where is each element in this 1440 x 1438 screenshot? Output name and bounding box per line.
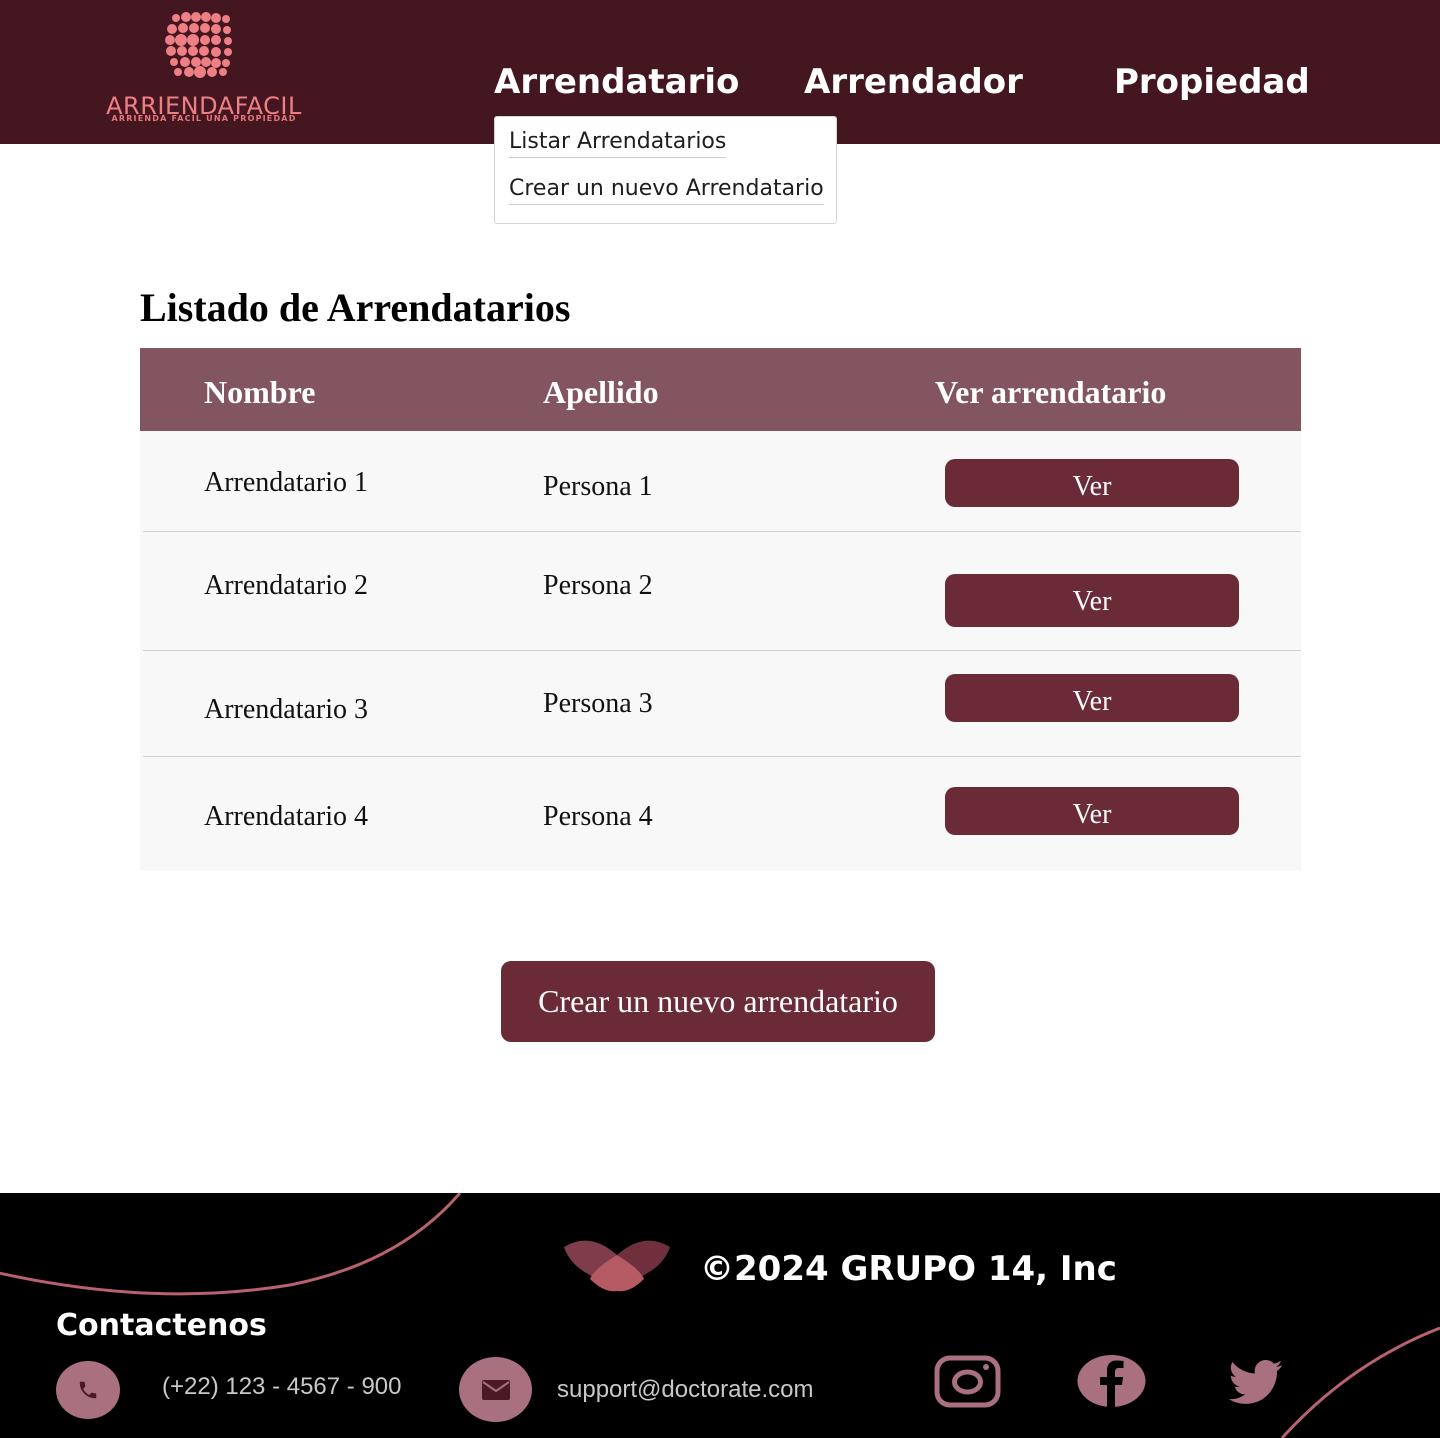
phone-glyph-icon	[79, 1381, 97, 1399]
cell-apellido: Persona 3	[543, 688, 653, 719]
brand-logo[interactable]: ARRIENDAFACIL ARRIENDA FACIL UNA PROPIED…	[92, 6, 316, 130]
mail-icon[interactable]	[459, 1357, 532, 1422]
twitter-icon[interactable]	[1225, 1360, 1288, 1405]
cell-apellido: Persona 2	[543, 570, 653, 601]
instagram-icon[interactable]	[934, 1355, 1001, 1408]
table-row: Arrendatario 2 Persona 2 Ver	[140, 532, 1301, 650]
table-row: Arrendatario 4 Persona 4 Ver	[140, 757, 1301, 871]
brand-tagline: ARRIENDA FACIL UNA PROPIEDAD	[111, 114, 297, 123]
contact-title: Contactenos	[56, 1308, 267, 1343]
phone-number: (+22) 123 - 4567 - 900	[162, 1373, 402, 1400]
column-header-ver-arrendatario: Ver arrendatario	[935, 374, 1167, 410]
cell-nombre: Arrendatario 4	[204, 801, 369, 832]
cell-apellido: Persona 1	[543, 471, 653, 502]
ver-button[interactable]: Ver	[945, 574, 1239, 627]
arrendatarios-table: Nombre Apellido Ver arrendatario Arrenda…	[140, 348, 1301, 871]
cell-apellido: Persona 4	[543, 801, 653, 832]
support-email: support@doctorate.com	[557, 1376, 814, 1403]
menu-item-listar-arrendatarios[interactable]: Listar Arrendatarios	[509, 129, 727, 158]
ver-button[interactable]: Ver	[945, 787, 1239, 835]
group-logo-icon	[564, 1240, 670, 1292]
cell-nombre: Arrendatario 3	[204, 694, 369, 725]
site-footer: ©2024 GRUPO 14, Inc Contactenos (+22) 12…	[0, 1193, 1440, 1438]
table-header: Nombre Apellido Ver arrendatario	[140, 348, 1301, 431]
create-arrendatario-button[interactable]: Crear un nuevo arrendatario	[501, 961, 935, 1042]
page-title: Listado de Arrendatarios	[140, 285, 571, 330]
column-header-nombre: Nombre	[204, 374, 316, 410]
nav-item-propiedad[interactable]: Propiedad	[1114, 62, 1310, 102]
cell-nombre: Arrendatario 1	[204, 467, 369, 498]
ver-button[interactable]: Ver	[945, 459, 1239, 507]
facebook-icon[interactable]	[1077, 1355, 1146, 1407]
menu-item-crear-arrendatario[interactable]: Crear un nuevo Arrendatario	[509, 176, 824, 205]
phone-icon[interactable]	[56, 1361, 120, 1419]
logo-dots-icon	[165, 12, 232, 78]
cell-nombre: Arrendatario 2	[204, 570, 369, 601]
copyright-text: ©2024 GRUPO 14, Inc	[700, 1249, 1117, 1289]
envelope-glyph-icon	[481, 1379, 510, 1400]
arrendatario-dropdown-menu: Listar Arrendatarios Crear un nuevo Arre…	[494, 116, 837, 224]
ver-button[interactable]: Ver	[945, 674, 1239, 722]
column-header-apellido: Apellido	[543, 374, 659, 410]
nav-item-arrendatario[interactable]: Arrendatario	[494, 62, 739, 102]
table-row: Arrendatario 3 Persona 3 Ver	[140, 651, 1301, 756]
table-row: Arrendatario 1 Persona 1 Ver	[140, 431, 1301, 531]
nav-item-arrendador[interactable]: Arrendador	[804, 62, 1023, 102]
